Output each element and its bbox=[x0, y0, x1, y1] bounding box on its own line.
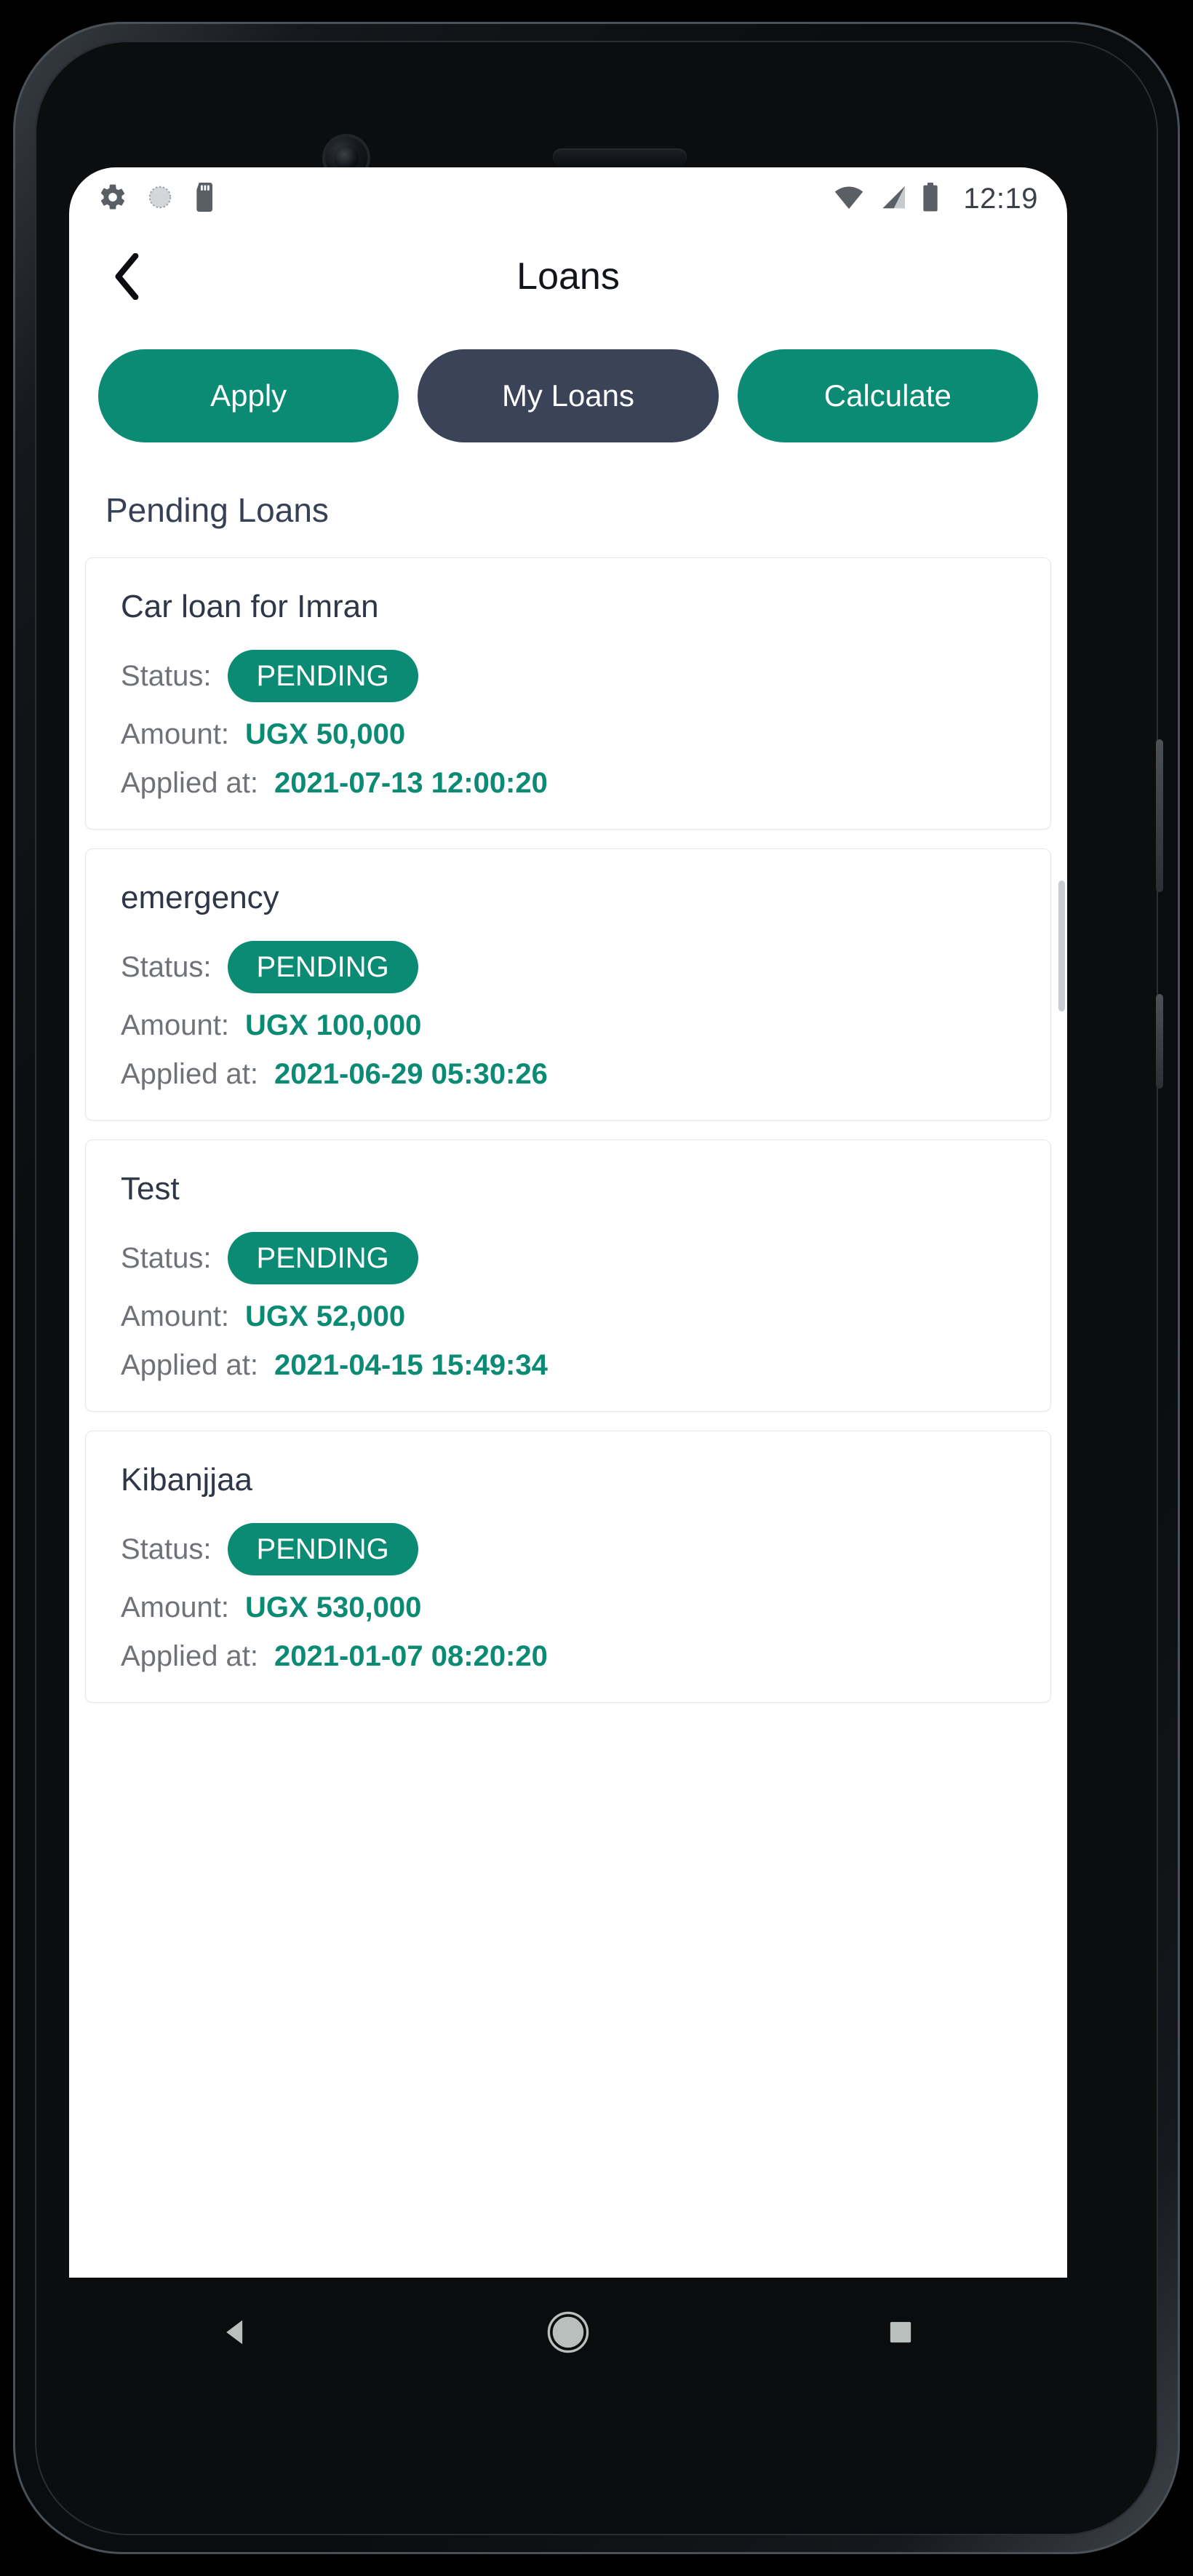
applied-at-label: Applied at: bbox=[121, 1058, 259, 1090]
settings-gear-icon bbox=[98, 183, 127, 215]
loan-action-buttons: Apply My Loans Calculate bbox=[69, 323, 1067, 442]
amount-value: UGX 100,000 bbox=[244, 1009, 422, 1041]
status-bar-clock: 12:19 bbox=[963, 182, 1038, 215]
loan-applied-row: Applied at: 2021-01-07 08:20:20 bbox=[121, 1640, 1016, 1673]
amount-label: Amount: bbox=[121, 1591, 229, 1623]
status-label: Status: bbox=[121, 659, 212, 692]
status-bar-right-icons: 12:19 bbox=[834, 182, 1038, 215]
applied-at-label: Applied at: bbox=[121, 1640, 259, 1672]
android-navigation-bar bbox=[69, 2278, 1067, 2387]
cellular-signal-icon bbox=[879, 185, 906, 213]
loan-amount-row: Amount: UGX 100,000 bbox=[121, 1009, 1016, 1042]
applied-at-label: Applied at: bbox=[121, 767, 259, 799]
loan-status-row: Status: PENDING bbox=[121, 1232, 1016, 1284]
loan-title: Test bbox=[121, 1171, 180, 1206]
calculate-button[interactable]: Calculate bbox=[737, 349, 1038, 442]
loan-status-row: Status: PENDING bbox=[121, 650, 1016, 702]
loan-amount-row: Amount: UGX 530,000 bbox=[121, 1591, 1016, 1624]
page-title: Loans bbox=[516, 255, 620, 298]
status-label: Status: bbox=[121, 1533, 212, 1565]
loan-status-row: Status: PENDING bbox=[121, 941, 1016, 993]
loan-applied-row: Applied at: 2021-06-29 05:30:26 bbox=[121, 1058, 1016, 1091]
status-bar-left-icons bbox=[98, 182, 218, 215]
vertical-scrollbar[interactable] bbox=[1058, 880, 1065, 1011]
status-badge: PENDING bbox=[227, 1232, 418, 1284]
back-button[interactable] bbox=[98, 249, 153, 304]
earpiece-speaker bbox=[553, 148, 687, 166]
applied-at-value: 2021-06-29 05:30:26 bbox=[274, 1058, 548, 1090]
pending-loans-list[interactable]: Car loan for Imran Status: PENDING Amoun… bbox=[69, 557, 1067, 1703]
amount-label: Amount: bbox=[121, 1009, 229, 1041]
amount-value: UGX 52,000 bbox=[244, 1300, 406, 1332]
power-button[interactable] bbox=[1156, 994, 1163, 1089]
applied-at-value: 2021-07-13 12:00:20 bbox=[274, 767, 548, 799]
battery-icon bbox=[921, 182, 940, 215]
amount-value: UGX 50,000 bbox=[244, 718, 406, 750]
my-loans-button[interactable]: My Loans bbox=[418, 349, 719, 442]
volume-button[interactable] bbox=[1156, 739, 1163, 892]
applied-at-label: Applied at: bbox=[121, 1349, 259, 1381]
wifi-icon bbox=[834, 185, 864, 213]
amount-label: Amount: bbox=[121, 1300, 229, 1332]
loan-title: emergency bbox=[121, 880, 279, 915]
loan-amount-row: Amount: UGX 52,000 bbox=[121, 1300, 1016, 1333]
status-badge: PENDING bbox=[227, 1523, 418, 1575]
loan-applied-row: Applied at: 2021-04-15 15:49:34 bbox=[121, 1349, 1016, 1382]
amount-label: Amount: bbox=[121, 718, 229, 750]
apply-button[interactable]: Apply bbox=[98, 349, 399, 442]
app-bar: Loans bbox=[69, 230, 1067, 323]
loan-card[interactable]: Kibanjjaa Status: PENDING Amount: UGX 53… bbox=[85, 1431, 1051, 1703]
loan-card[interactable]: Car loan for Imran Status: PENDING Amoun… bbox=[85, 557, 1051, 830]
status-label: Status: bbox=[121, 950, 212, 983]
nav-home-circle-icon[interactable] bbox=[495, 2278, 641, 2387]
applied-at-value: 2021-04-15 15:49:34 bbox=[274, 1349, 548, 1381]
nav-recents-square-icon[interactable] bbox=[828, 2278, 973, 2387]
status-bar: 12:19 bbox=[69, 167, 1067, 230]
status-label: Status: bbox=[121, 1241, 212, 1274]
status-badge: PENDING bbox=[227, 941, 418, 993]
loan-applied-row: Applied at: 2021-07-13 12:00:20 bbox=[121, 767, 1016, 800]
loan-title: Kibanjjaa bbox=[121, 1462, 253, 1498]
nav-back-triangle-icon[interactable] bbox=[163, 2278, 308, 2387]
loan-status-row: Status: PENDING bbox=[121, 1523, 1016, 1575]
section-heading: Pending Loans bbox=[105, 491, 329, 529]
phone-screen: 12:19 Loans Apply My Loans Calculate Pen… bbox=[69, 167, 1067, 2278]
loan-amount-row: Amount: UGX 50,000 bbox=[121, 718, 1016, 751]
circle-dotted-icon bbox=[146, 183, 174, 215]
applied-at-value: 2021-01-07 08:20:20 bbox=[274, 1640, 548, 1672]
loan-card[interactable]: emergency Status: PENDING Amount: UGX 10… bbox=[85, 848, 1051, 1121]
chevron-left-icon bbox=[115, 253, 139, 300]
loan-card[interactable]: Test Status: PENDING Amount: UGX 52,000 … bbox=[85, 1140, 1051, 1412]
status-badge: PENDING bbox=[227, 650, 418, 702]
camera-lens-inner bbox=[334, 146, 359, 170]
amount-value: UGX 530,000 bbox=[244, 1591, 422, 1623]
sd-card-icon bbox=[193, 182, 218, 215]
loan-title: Car loan for Imran bbox=[121, 589, 379, 624]
